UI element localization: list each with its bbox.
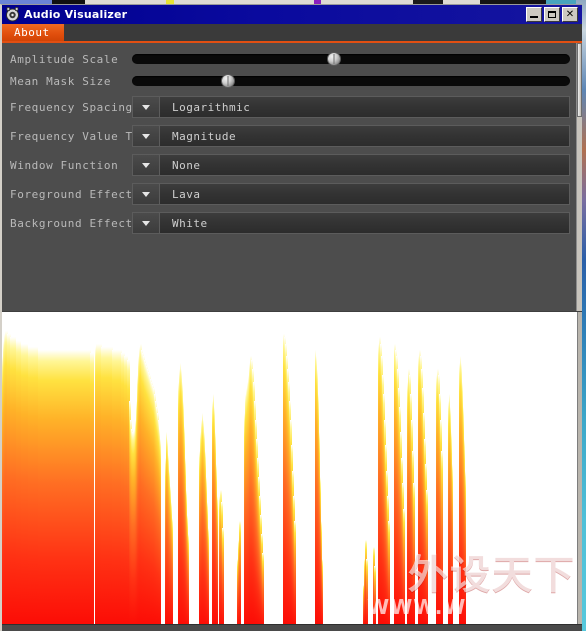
spectrum-bar xyxy=(426,489,428,629)
minimize-icon xyxy=(530,16,538,18)
spectrum-bar xyxy=(207,527,210,629)
setting-dropdown[interactable]: Lava xyxy=(132,183,570,205)
audio-visualizer-window: Audio Visualizer ✕ About Amplitude Scale… xyxy=(0,4,582,631)
setting-label: Foreground Effect xyxy=(10,187,133,201)
status-bar xyxy=(2,624,582,631)
window-title: Audio Visualizer xyxy=(24,8,128,21)
visualizer-scrollbar[interactable] xyxy=(577,312,582,629)
dropdown-value: None xyxy=(172,158,201,172)
chevron-down-icon xyxy=(142,133,150,139)
panel-scrollbar[interactable] xyxy=(576,43,582,311)
spectrum-bar xyxy=(413,483,415,629)
spectrum-bar xyxy=(451,464,454,629)
spectrum-bar xyxy=(92,353,94,629)
title-bar[interactable]: Audio Visualizer ✕ xyxy=(2,5,582,24)
setting-label: Amplitude Scale xyxy=(10,52,119,66)
menu-bar: About xyxy=(2,24,582,43)
setting-label: Background Effect xyxy=(10,216,133,230)
chevron-down-icon xyxy=(142,104,150,110)
spectrum-bars xyxy=(2,312,582,629)
visualizer-canvas[interactable]: 外设天下 WWW.WSTX.COM xyxy=(2,311,582,629)
setting-dropdown[interactable]: None xyxy=(132,154,570,176)
dropdown-value: Magnitude xyxy=(172,129,237,143)
spectrum-bar xyxy=(321,559,324,629)
minimize-button[interactable] xyxy=(526,7,542,22)
screen: Audio Visualizer ✕ About Amplitude Scale… xyxy=(0,0,586,631)
setting-label: Window Function xyxy=(10,158,119,172)
setting-row: Mean Mask Size xyxy=(2,69,570,93)
panel-scrollbar-thumb[interactable] xyxy=(577,43,582,117)
maximize-icon xyxy=(548,11,556,18)
app-target-icon xyxy=(5,7,20,22)
setting-row: Frequency Spacing Logarithmic xyxy=(2,95,570,119)
dropdown-value: White xyxy=(172,216,208,230)
chevron-down-icon xyxy=(142,220,150,226)
setting-label: Frequency Value Type xyxy=(10,129,155,143)
setting-row: Window Function None xyxy=(2,153,570,177)
spectrum-bar xyxy=(262,552,264,629)
setting-dropdown[interactable]: White xyxy=(132,212,570,234)
spectrum-bar xyxy=(440,451,443,629)
spectrum-bar xyxy=(187,533,190,629)
dropdown-value: Logarithmic xyxy=(172,100,251,114)
setting-label: Frequency Spacing xyxy=(10,100,133,114)
setting-row: Frequency Value Type Magnitude xyxy=(2,124,570,148)
maximize-button[interactable] xyxy=(544,7,560,22)
settings-panel: Amplitude Scale Mean Mask Size Frequency S… xyxy=(2,43,582,311)
dropdown-arrow-button[interactable] xyxy=(133,184,160,204)
slider-knob[interactable] xyxy=(327,52,342,66)
spectrum-bar xyxy=(222,527,225,629)
setting-slider[interactable] xyxy=(132,70,570,92)
window-controls: ✕ xyxy=(526,7,578,22)
spectrum-bar xyxy=(366,559,369,629)
spectrum-bar xyxy=(374,565,376,629)
chevron-down-icon xyxy=(142,191,150,197)
spectrum-bar xyxy=(464,470,467,629)
slider-track[interactable] xyxy=(132,76,570,86)
dropdown-value: Lava xyxy=(172,187,201,201)
close-icon: ✕ xyxy=(565,8,575,20)
spectrum-bar xyxy=(293,521,296,629)
spectrum-bar xyxy=(403,508,405,629)
spectrum-bar xyxy=(239,521,241,629)
setting-dropdown[interactable]: Magnitude xyxy=(132,125,570,147)
chevron-down-icon xyxy=(142,162,150,168)
dropdown-arrow-button[interactable] xyxy=(133,155,160,175)
setting-row: Amplitude Scale xyxy=(2,47,570,71)
dropdown-arrow-button[interactable] xyxy=(133,213,160,233)
menu-item-about[interactable]: About xyxy=(2,24,64,41)
slider-knob[interactable] xyxy=(221,74,236,88)
spectrum-bar xyxy=(171,518,174,629)
dropdown-arrow-button[interactable] xyxy=(133,97,160,117)
dropdown-arrow-button[interactable] xyxy=(133,126,160,146)
spectrum-bar xyxy=(159,438,162,629)
setting-row: Background Effect White xyxy=(2,211,570,235)
slider-track[interactable] xyxy=(132,54,570,64)
setting-slider[interactable] xyxy=(132,48,570,70)
setting-label: Mean Mask Size xyxy=(10,74,112,88)
setting-row: Foreground Effect Lava xyxy=(2,182,570,206)
close-button[interactable]: ✕ xyxy=(562,7,578,22)
spectrum-bar xyxy=(388,521,390,629)
setting-dropdown[interactable]: Logarithmic xyxy=(132,96,570,118)
